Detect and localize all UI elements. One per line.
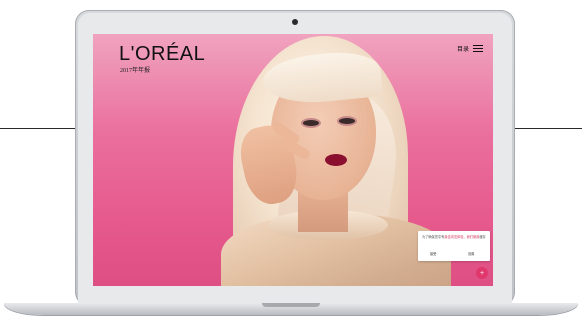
cookie-settings-button[interactable]: 设置: [468, 251, 474, 256]
menu-label: 目录: [456, 47, 469, 53]
cookie-link[interactable]: 最佳浏览体验，我们使用: [444, 235, 479, 239]
model-eye-right: [339, 118, 355, 124]
cookie-message: 为了确保您享有最佳浏览体验，我们使用缓存: [422, 235, 486, 239]
plus-icon[interactable]: +: [476, 267, 488, 279]
annual-report-label: 2017年年报: [120, 68, 151, 74]
hamburger-icon: [473, 45, 483, 52]
horizontal-rule-left: [0, 128, 78, 129]
model-lips: [325, 154, 347, 166]
cookie-text-tail: 缓存: [479, 235, 486, 239]
brand-logo[interactable]: L'ORÉAL: [119, 43, 205, 66]
cookie-popup: 为了确保您享有最佳浏览体验，我们使用缓存 接受 设置: [418, 231, 490, 261]
laptop-screen: L'ORÉAL 2017年年报 目录 为了确保您享有最佳浏览体验，我们使用缓存 …: [93, 34, 493, 286]
cookie-text: 为了确保您享有: [422, 235, 445, 239]
menu-button[interactable]: 目录: [457, 44, 483, 53]
cookie-accept-button[interactable]: 接受: [430, 251, 436, 256]
laptop-notch: [262, 303, 320, 307]
horizontal-rule-right: [514, 128, 582, 129]
model-eye-left: [303, 120, 319, 126]
camera-icon: [292, 19, 298, 25]
